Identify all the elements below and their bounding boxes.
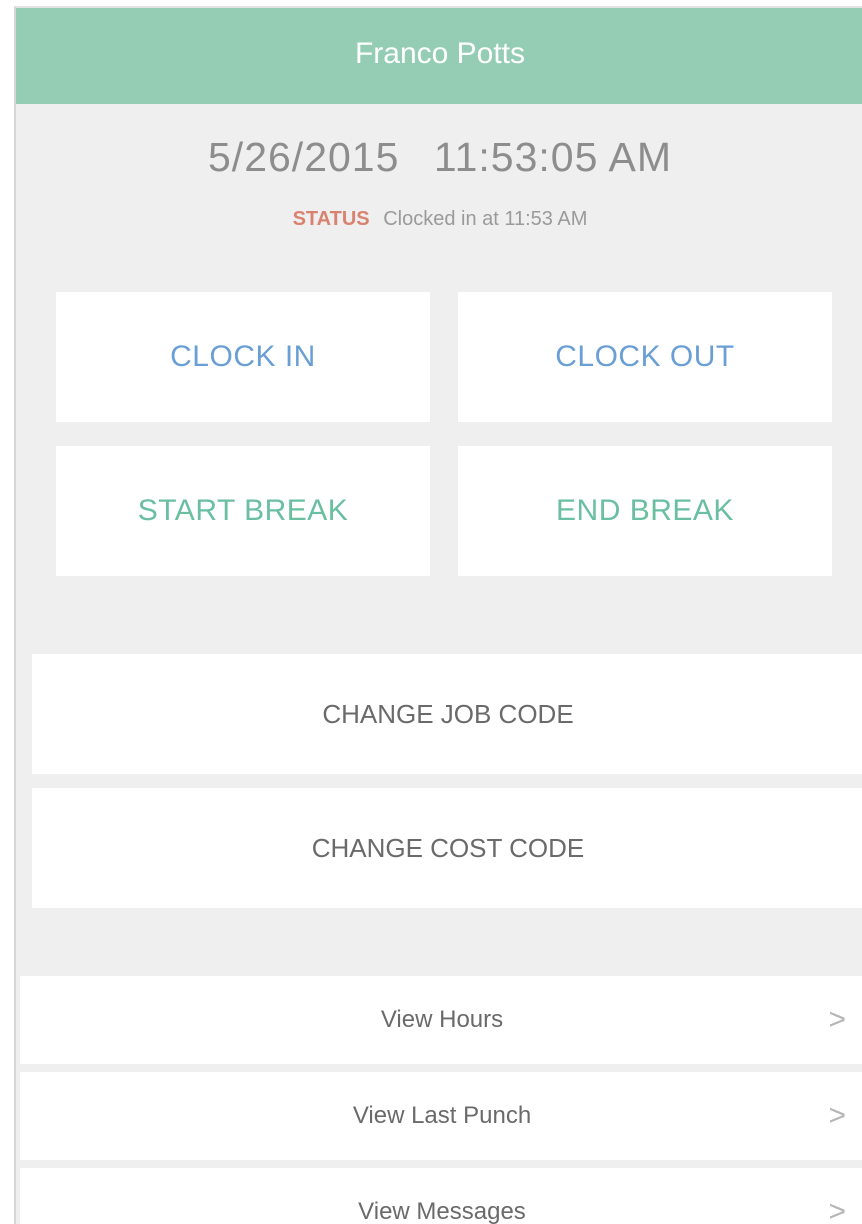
menu-item-view-messages[interactable]: View Messages >: [20, 1168, 862, 1224]
chevron-right-icon: >: [828, 1099, 846, 1132]
status-text: Clocked in at 11:53 AM: [383, 208, 588, 230]
status-line: STATUS Clocked in at 11:53 AM: [16, 208, 862, 231]
current-time: 11:53:05 AM: [433, 134, 672, 180]
menu-item-label: View Last Punch: [352, 1102, 532, 1129]
chevron-right-icon: >: [828, 1195, 846, 1224]
current-datetime: 5/26/2015 11:53:05 AM: [16, 134, 862, 181]
status-label: STATUS: [292, 208, 370, 230]
current-date: 5/26/2015: [208, 134, 400, 180]
start-break-button[interactable]: START BREAK: [56, 446, 430, 576]
menu-item-view-hours[interactable]: View Hours >: [20, 976, 862, 1064]
menu-item-label: View Messages: [358, 1198, 526, 1224]
clock-in-button[interactable]: CLOCK IN: [56, 292, 430, 422]
chevron-right-icon: >: [828, 1003, 846, 1036]
change-cost-code-button[interactable]: CHANGE COST CODE: [32, 788, 862, 908]
clock-out-button[interactable]: CLOCK OUT: [458, 292, 832, 422]
employee-name: Franco Potts: [354, 37, 526, 70]
end-break-button[interactable]: END BREAK: [458, 446, 832, 576]
change-job-code-button[interactable]: CHANGE JOB CODE: [32, 654, 862, 774]
header-bar: Franco Potts: [16, 8, 862, 104]
app-screen: Franco Potts 5/26/2015 11:53:05 AM STATU…: [14, 6, 862, 1224]
menu-item-label: View Hours: [380, 1006, 504, 1033]
menu-item-view-last-punch[interactable]: View Last Punch >: [20, 1072, 862, 1160]
